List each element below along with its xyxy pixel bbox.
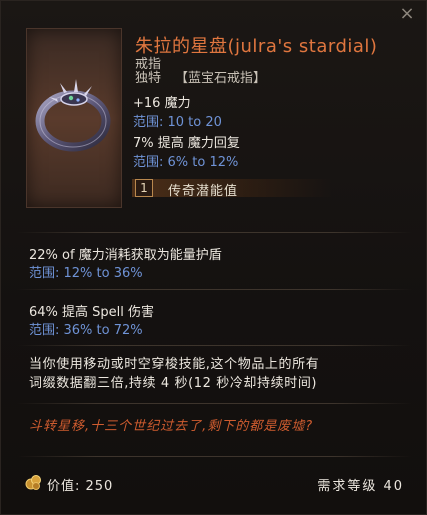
item-header: 朱拉的星盘(julra's stardial) 戒指 独特 【蓝宝石戒指】 +16… [1,1,427,221]
affix-stat-energy-shield: 22% of 魔力消耗获取为能量护盾 [29,248,222,263]
affix-stat-spell-damage: 64% 提高 Spell 伤害 [29,305,155,320]
implicit-stat-mana: +16 魔力 [133,96,191,111]
item-title: 朱拉的星盘(julra's stardial) [135,36,378,57]
divider [17,232,412,233]
affix-range-energy-shield: 范围: 12% to 36% [29,266,143,281]
divider [17,403,412,404]
level-requirement: 需求等级 40 [317,479,404,494]
implicit-stat-mana-regen: 7% 提高 魔力回复 [133,136,240,151]
item-value: 价值: 250 [47,479,114,494]
unique-effect-line: 词缀数据翻三倍,持续 4 秒(12 秒冷却持续时间) [29,376,318,391]
legendary-potential-count: 1 [135,179,153,197]
legendary-potential-bar: 1 传奇潜能值 [132,179,332,199]
divider [17,289,412,290]
divider [17,345,412,346]
implicit-range-mana: 范围: 10 to 20 [133,115,222,130]
unique-effect-text: 当你使用移动或时空穿梭技能,这个物品上的所有 词缀数据翻三倍,持续 4 秒(12… [29,355,409,393]
item-footer: 价值: 250 需求等级 40 [1,463,427,503]
gold-coin-icon [25,475,41,490]
implicit-range-mana-regen: 范围: 6% to 12% [133,155,239,170]
item-base-type: 【蓝宝石戒指】 [175,71,267,86]
ring-item-icon [35,79,111,152]
unique-effect-line: 当你使用移动或时空穿梭技能,这个物品上的所有 [29,357,320,372]
affix-range-spell-damage: 范围: 36% to 72% [29,323,143,338]
divider [17,456,412,457]
legendary-potential-label: 传奇潜能值 [168,184,239,199]
item-tooltip-panel: × 朱拉的星盘(julra's stardial) 戒指 独特 【蓝宝石戒指】 … [0,0,427,515]
flavor-text: 斗转星移,十三个世纪过去了,剩下的都是废墟? [29,419,314,434]
item-art-frame [26,28,122,208]
item-rarity: 独特 [135,71,162,86]
item-rarity-line: 独特 【蓝宝石戒指】 [135,67,266,86]
